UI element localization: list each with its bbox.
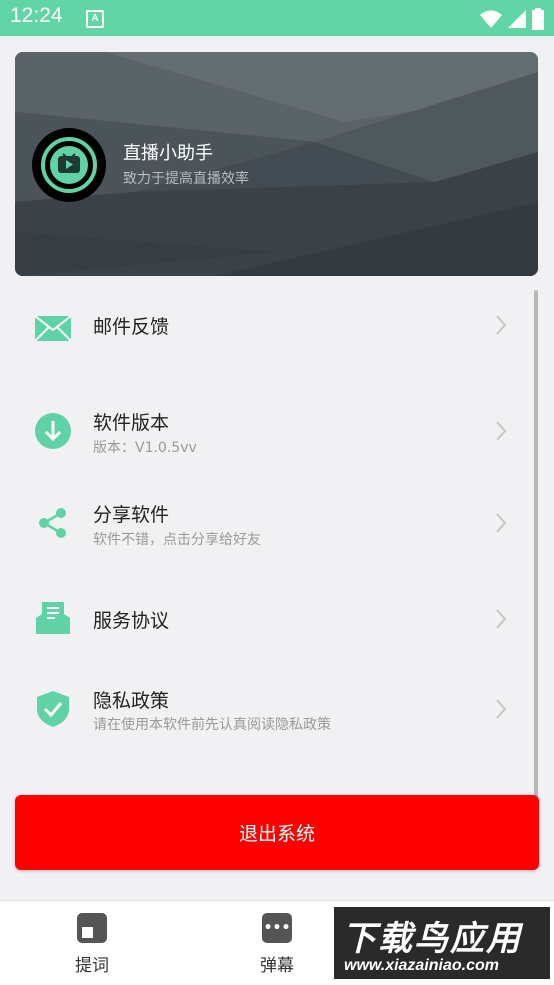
menu-sub-share: 软件不错，点击分享给好友 (93, 532, 261, 548)
wifi-icon (480, 10, 502, 28)
menu-label-agreement: 服务协议 (93, 610, 170, 632)
logout-button[interactable]: 退出系统 (15, 795, 539, 870)
app-logo (32, 128, 106, 202)
menu-sub-version: 版本：V1.0.5vv (93, 440, 197, 456)
teleprompter-icon (77, 913, 107, 943)
danmaku-icon: ••• (262, 913, 292, 943)
menu-label-privacy: 隐私政策 (93, 690, 170, 712)
download-icon (35, 413, 71, 449)
menu-item-share[interactable]: 分享软件 软件不错，点击分享给好友 (15, 500, 538, 580)
menu-label-share: 分享软件 (93, 504, 170, 526)
chevron-right-icon (496, 513, 507, 533)
shield-check-icon (37, 691, 69, 727)
chevron-right-icon (496, 421, 507, 441)
menu-item-feedback[interactable]: 邮件反馈 (15, 298, 538, 388)
battery-icon (532, 8, 544, 30)
nav-item-teleprompter[interactable]: 提词 (52, 913, 132, 976)
app-subtitle: 致力于提高直播效率 (123, 171, 249, 187)
watermark-title: 下载鸟应用 (342, 919, 522, 959)
menu-item-agreement[interactable]: 服务协议 (15, 594, 538, 674)
menu-item-privacy[interactable]: 隐私政策 请在使用本软件前先认真阅读隐私政策 (15, 686, 538, 766)
nav-label-teleprompter: 提词 (75, 956, 109, 976)
agreement-icon (36, 602, 70, 634)
watermark-url: www.xiazainiao.com (344, 957, 500, 974)
nav-item-danmaku[interactable]: ••• 弹幕 (237, 913, 317, 976)
menu-sub-privacy: 请在使用本软件前先认真阅读隐私政策 (93, 717, 331, 733)
chevron-right-icon (496, 315, 507, 335)
status-time: 12:24 (10, 4, 63, 27)
share-icon (39, 508, 66, 538)
profile-header-card: 直播小助手 致力于提高直播效率 (15, 52, 538, 276)
menu-label-feedback: 邮件反馈 (93, 316, 170, 338)
mail-icon (34, 315, 72, 342)
scrollbar[interactable] (534, 290, 538, 800)
chevron-right-icon (496, 699, 507, 719)
watermark-logo: 下载鸟应用 www.xiazainiao.com (332, 905, 552, 981)
status-icons (480, 8, 544, 30)
chevron-right-icon (496, 609, 507, 629)
signal-icon (508, 10, 526, 28)
live-tv-icon (41, 137, 97, 193)
menu-label-version: 软件版本 (93, 412, 170, 434)
app-title: 直播小助手 (123, 143, 213, 164)
nav-label-danmaku: 弹幕 (260, 956, 294, 976)
status-bar: 12:24 A (0, 0, 554, 36)
menu-item-version[interactable]: 软件版本 版本：V1.0.5vv (15, 406, 538, 486)
notification-icon: A (86, 10, 104, 28)
